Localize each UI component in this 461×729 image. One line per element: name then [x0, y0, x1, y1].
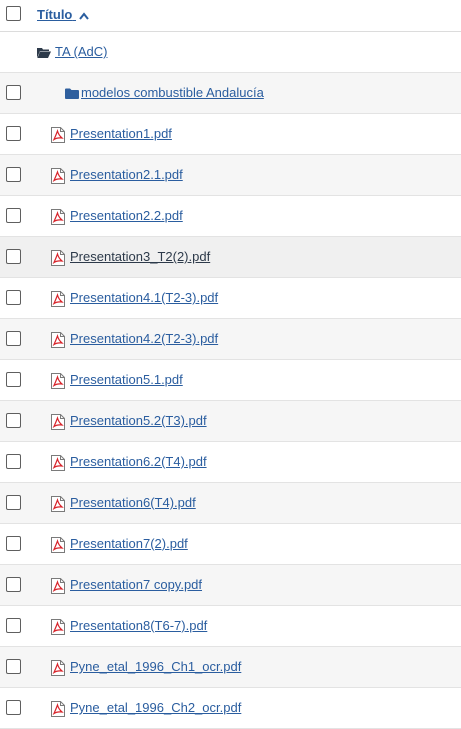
- subfolder-row[interactable]: modelos combustible Andalucía: [0, 73, 461, 114]
- caret-up-icon: [79, 11, 89, 20]
- file-row[interactable]: Presentation8(T6-7).pdf: [0, 606, 461, 647]
- subfolder-link[interactable]: modelos combustible Andalucía: [81, 85, 264, 100]
- pdf-file-icon: [51, 291, 65, 307]
- file-link[interactable]: Presentation6.2(T4).pdf: [70, 454, 207, 469]
- file-link[interactable]: Presentation1.pdf: [70, 126, 172, 141]
- file-link[interactable]: Presentation5.2(T3).pdf: [70, 413, 207, 428]
- row-checkbox[interactable]: [6, 454, 21, 469]
- pdf-file-icon: [51, 414, 65, 430]
- parent-folder-link[interactable]: TA (AdC): [55, 44, 108, 59]
- pdf-file-icon: [51, 168, 65, 184]
- row-checkbox[interactable]: [6, 659, 21, 674]
- file-row[interactable]: Presentation4.1(T2-3).pdf: [0, 278, 461, 319]
- file-link[interactable]: Presentation2.1.pdf: [70, 167, 183, 182]
- pdf-file-icon: [51, 537, 65, 553]
- file-row[interactable]: Presentation6.2(T4).pdf: [0, 442, 461, 483]
- file-link[interactable]: Presentation7 copy.pdf: [70, 577, 202, 592]
- file-link[interactable]: Pyne_etal_1996_Ch1_ocr.pdf: [70, 659, 241, 674]
- row-checkbox[interactable]: [6, 700, 21, 715]
- pdf-file-icon: [51, 332, 65, 348]
- file-row[interactable]: Presentation7(2).pdf: [0, 524, 461, 565]
- file-row[interactable]: Presentation2.1.pdf: [0, 155, 461, 196]
- row-checkbox[interactable]: [6, 126, 21, 141]
- pdf-file-icon: [51, 127, 65, 143]
- file-row[interactable]: Presentation4.2(T2-3).pdf: [0, 319, 461, 360]
- pdf-file-icon: [51, 496, 65, 512]
- pdf-file-icon: [51, 209, 65, 225]
- file-link[interactable]: Presentation2.2.pdf: [70, 208, 183, 223]
- title-sort-label: Título: [37, 7, 73, 22]
- file-link[interactable]: Presentation4.2(T2-3).pdf: [70, 331, 218, 346]
- file-row[interactable]: Presentation5.2(T3).pdf: [0, 401, 461, 442]
- title-sort-link[interactable]: Título: [37, 7, 89, 22]
- file-row[interactable]: Presentation1.pdf: [0, 114, 461, 155]
- file-link[interactable]: Presentation6(T4).pdf: [70, 495, 196, 510]
- folder-open-icon: [37, 48, 51, 58]
- file-link[interactable]: Presentation3_T2(2).pdf: [70, 249, 210, 264]
- row-checkbox[interactable]: [6, 331, 21, 346]
- pdf-file-icon: [51, 701, 65, 717]
- file-link[interactable]: Presentation4.1(T2-3).pdf: [70, 290, 218, 305]
- row-checkbox[interactable]: [6, 167, 21, 182]
- row-checkbox[interactable]: [6, 208, 21, 223]
- pdf-file-icon: [51, 660, 65, 676]
- row-checkbox[interactable]: [6, 495, 21, 510]
- file-row[interactable]: Presentation5.1.pdf: [0, 360, 461, 401]
- file-row[interactable]: Presentation2.2.pdf: [0, 196, 461, 237]
- file-link[interactable]: Pyne_etal_1996_Ch2_ocr.pdf: [70, 700, 241, 715]
- file-link[interactable]: Presentation5.1.pdf: [70, 372, 183, 387]
- pdf-file-icon: [51, 455, 65, 471]
- file-row[interactable]: Pyne_etal_1996_Ch2_ocr.pdf: [0, 688, 461, 729]
- file-link[interactable]: Presentation7(2).pdf: [70, 536, 188, 551]
- file-row[interactable]: Presentation6(T4).pdf: [0, 483, 461, 524]
- row-checkbox[interactable]: [6, 372, 21, 387]
- row-checkbox[interactable]: [6, 577, 21, 592]
- file-table: Título TA (AdC) modelos combustible Anda…: [0, 0, 461, 729]
- file-link[interactable]: Presentation8(T6-7).pdf: [70, 618, 207, 633]
- row-checkbox[interactable]: [6, 536, 21, 551]
- table-header: Título: [0, 0, 461, 32]
- folder-icon: [65, 88, 79, 99]
- pdf-file-icon: [51, 250, 65, 266]
- pdf-file-icon: [51, 578, 65, 594]
- row-checkbox[interactable]: [6, 290, 21, 305]
- file-row[interactable]: Pyne_etal_1996_Ch1_ocr.pdf: [0, 647, 461, 688]
- select-all-checkbox[interactable]: [6, 6, 21, 21]
- file-row[interactable]: Presentation7 copy.pdf: [0, 565, 461, 606]
- row-checkbox[interactable]: [6, 618, 21, 633]
- pdf-file-icon: [51, 373, 65, 389]
- parent-folder-row[interactable]: TA (AdC): [0, 32, 461, 73]
- row-checkbox[interactable]: [6, 85, 21, 100]
- file-row-hovered[interactable]: Presentation3_T2(2).pdf: [0, 237, 461, 278]
- row-checkbox[interactable]: [6, 249, 21, 264]
- row-checkbox[interactable]: [6, 413, 21, 428]
- pdf-file-icon: [51, 619, 65, 635]
